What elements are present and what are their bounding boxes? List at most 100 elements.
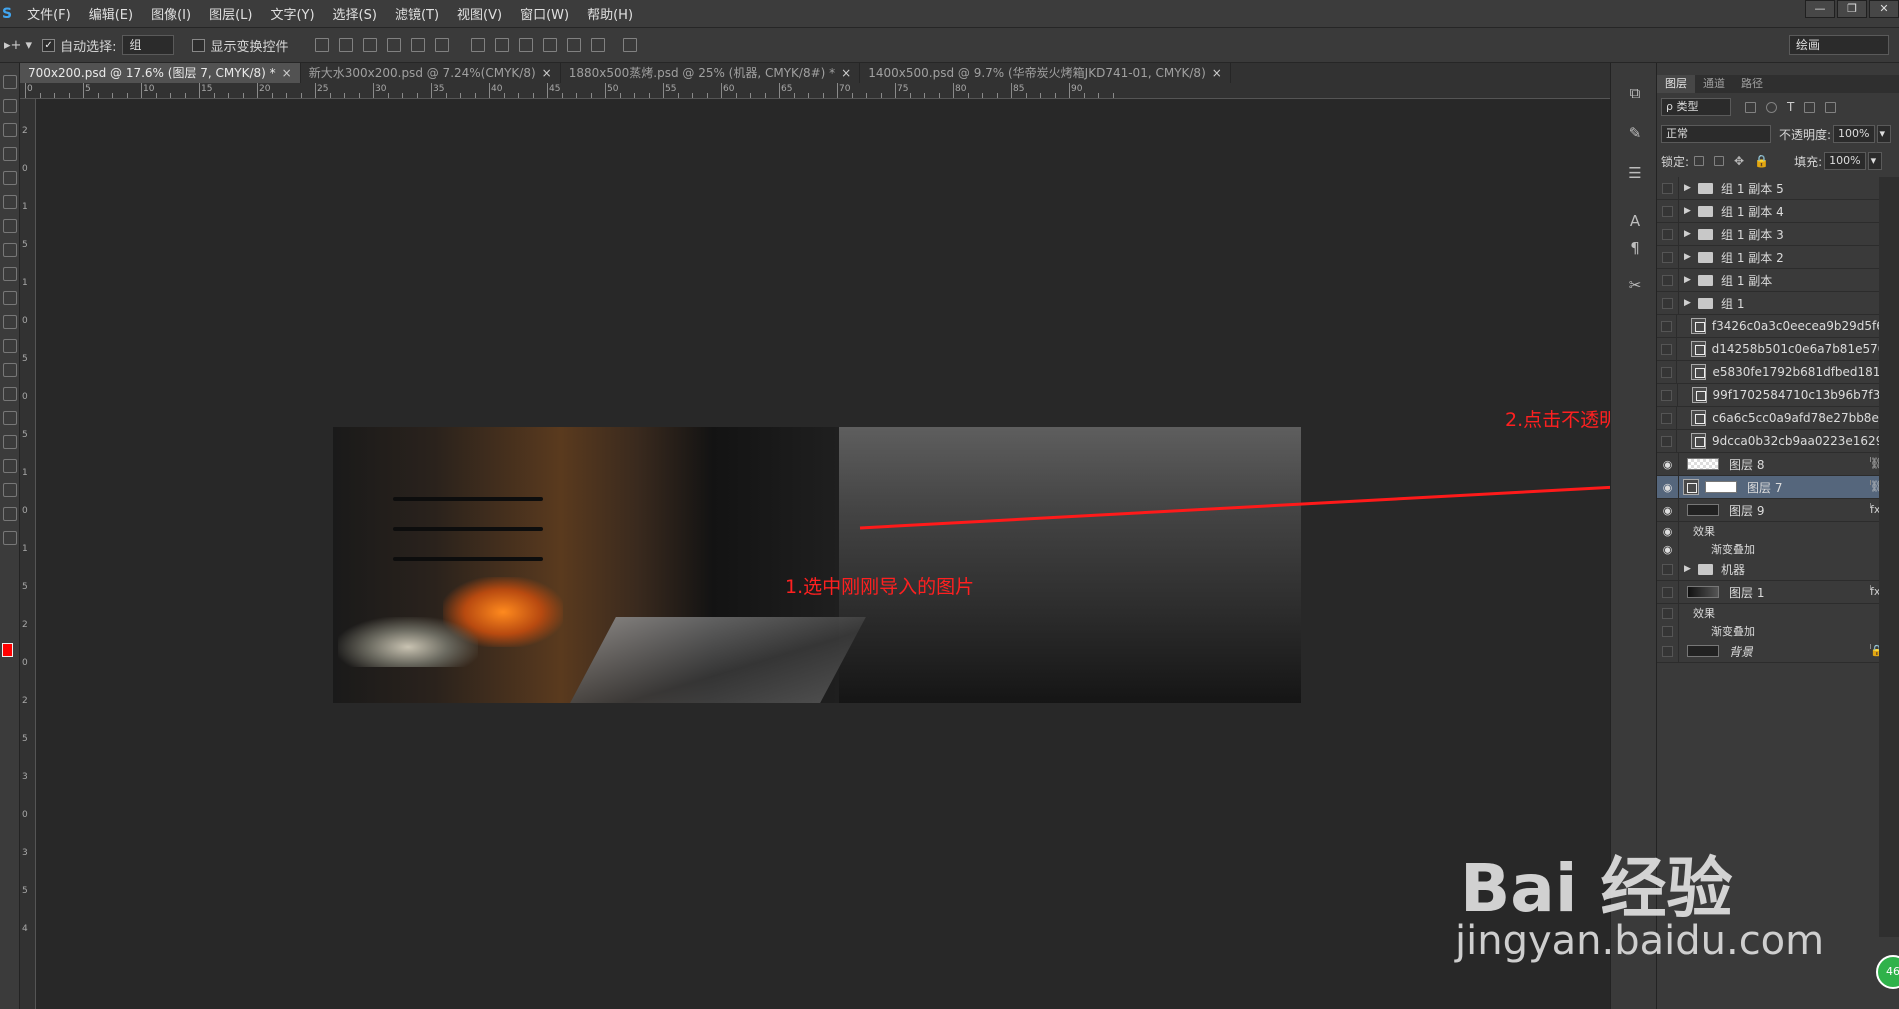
layers-scrollbar[interactable] (1879, 177, 1899, 937)
brush-tool-icon[interactable] (3, 243, 17, 257)
close-button[interactable]: ✕ (1869, 0, 1899, 18)
layer-row[interactable]: 图层 1 fx (1657, 580, 1880, 604)
align-top-icon[interactable] (315, 38, 330, 52)
layer-row[interactable]: 99f1702584710c13b96b7f3... (1657, 383, 1879, 407)
expand-arrow-icon[interactable]: ▶ (1684, 229, 1696, 239)
filter-kind-dropdown[interactable]: ρ 类型 (1661, 98, 1731, 116)
align-left-icon[interactable] (387, 38, 402, 52)
expand-arrow-icon[interactable]: ▶ (1684, 275, 1696, 285)
tab-close-icon[interactable]: × (1212, 66, 1222, 80)
menu-item[interactable]: 图像(I) (142, 4, 200, 23)
pen-tool-icon[interactable] (3, 411, 17, 425)
hand-tool-icon[interactable] (3, 507, 17, 521)
move-tool-icon[interactable] (3, 75, 17, 89)
menu-item[interactable]: 帮助(H) (578, 4, 642, 23)
distribute-right-icon[interactable] (591, 38, 606, 52)
opacity-slider-toggle[interactable]: ▾ (1876, 125, 1891, 143)
layer-row[interactable]: ◉ 图层 7 ⛓ (1657, 475, 1884, 499)
lock-pixels-icon[interactable] (1714, 156, 1725, 166)
menu-item[interactable]: 滤镜(T) (386, 4, 448, 23)
menu-item[interactable]: 图层(L) (200, 4, 261, 23)
filter-type-icon[interactable]: T (1787, 100, 1794, 114)
marquee-tool-icon[interactable] (3, 99, 17, 113)
filter-pixel-icon[interactable] (1745, 101, 1756, 113)
blur-tool-icon[interactable] (3, 363, 17, 377)
history-icon[interactable]: ⧉ (1625, 83, 1645, 103)
dodge-tool-icon[interactable] (3, 387, 17, 401)
properties-icon[interactable]: ☰ (1625, 163, 1645, 183)
layer-row[interactable]: ▶ 组 1 副本 3 (1657, 222, 1879, 246)
path-select-tool-icon[interactable] (3, 459, 17, 473)
distribute-top-icon[interactable] (471, 38, 486, 52)
filter-shape-icon[interactable] (1804, 101, 1816, 113)
menu-item[interactable]: 文字(Y) (261, 4, 323, 23)
visibility-toggle[interactable] (1657, 639, 1679, 663)
eraser-tool-icon[interactable] (3, 315, 17, 329)
layer-effect-row[interactable]: 渐变叠加 (1657, 619, 1879, 643)
filter-smart-icon[interactable] (1825, 101, 1837, 113)
panel-tab-通道[interactable]: 通道 (1695, 75, 1733, 93)
auto-select-dropdown[interactable]: 组 (122, 35, 175, 55)
menu-item[interactable]: 文件(F) (18, 4, 80, 23)
show-transform-checkbox[interactable] (192, 38, 206, 52)
layer-row[interactable]: ▶ 组 1 副本 5 (1657, 176, 1879, 200)
minimize-button[interactable]: — (1805, 0, 1835, 18)
layer-effect-row[interactable]: ◉ 效果 (1657, 519, 1879, 543)
document-tab[interactable]: 新大水300x200.psd @ 7.24%(CMYK/8) × (300, 63, 561, 83)
document-tab[interactable]: 700x200.psd @ 17.6% (图层 7, CMYK/8) * × (20, 63, 301, 83)
opacity-input[interactable]: 100% (1833, 125, 1875, 143)
lock-transparent-icon[interactable] (1694, 156, 1705, 166)
type-tool-icon[interactable] (3, 435, 17, 449)
layer-row[interactable]: f3426c0a3c0eecea9b29d5f6... (1657, 314, 1879, 338)
move-tool-icon[interactable]: ▸+ ▾ (4, 38, 32, 53)
panel-tab-路径[interactable]: 路径 (1733, 75, 1771, 93)
healing-tool-icon[interactable] (3, 219, 17, 233)
tools-preset-icon[interactable]: ✂ (1625, 275, 1645, 295)
layer-effect-row[interactable]: ◉ 渐变叠加 (1657, 537, 1879, 561)
menu-item[interactable]: 窗口(W) (511, 4, 578, 23)
align-right-icon[interactable] (435, 38, 450, 52)
layer-row[interactable]: 9dcca0b32cb9aa0223e1629... (1657, 429, 1879, 453)
distribute-hcenter-icon[interactable] (567, 38, 582, 52)
auto-align-icon[interactable] (623, 38, 638, 52)
restore-button[interactable]: ❐ (1837, 0, 1867, 18)
visibility-eye-icon[interactable]: ◉ (1657, 498, 1679, 522)
blend-mode-dropdown[interactable]: 正常 (1661, 125, 1771, 143)
character-icon[interactable]: A (1625, 211, 1645, 231)
distribute-left-icon[interactable] (543, 38, 558, 52)
paragraph-icon[interactable]: ¶ (1625, 238, 1645, 258)
expand-arrow-icon[interactable]: ▶ (1684, 298, 1696, 308)
menu-item[interactable]: 选择(S) (324, 4, 386, 23)
menu-item[interactable]: 视图(V) (448, 4, 511, 23)
history-brush-tool-icon[interactable] (3, 291, 17, 305)
layer-row[interactable]: ▶ 组 1 副本 (1657, 268, 1879, 292)
clone-tool-icon[interactable] (3, 267, 17, 281)
align-hcenter-icon[interactable] (411, 38, 426, 52)
foreground-color-swatch[interactable] (2, 643, 13, 657)
gradient-tool-icon[interactable] (3, 339, 17, 353)
layer-row[interactable]: ◉ 图层 9 fx (1657, 498, 1880, 522)
lasso-tool-icon[interactable] (3, 123, 17, 137)
crop-tool-icon[interactable] (3, 171, 17, 185)
document-canvas[interactable] (333, 427, 1301, 703)
shape-tool-icon[interactable] (3, 483, 17, 497)
tab-close-icon[interactable]: × (542, 66, 552, 80)
visibility-toggle[interactable] (1657, 222, 1679, 246)
auto-select-checkbox[interactable]: ✓ (42, 38, 56, 52)
layer-row[interactable]: d14258b501c0e6a7b81e570... (1657, 337, 1879, 361)
align-bottom-icon[interactable] (363, 38, 378, 52)
visibility-toggle[interactable] (1657, 199, 1679, 223)
distribute-bottom-icon[interactable] (519, 38, 534, 52)
lock-all-icon[interactable]: 🔒 (1754, 154, 1769, 168)
menu-item[interactable]: 编辑(E) (80, 4, 142, 23)
layer-effect-row[interactable]: 效果 (1657, 601, 1879, 625)
lock-position-icon[interactable]: ✥ (1734, 154, 1744, 168)
expand-arrow-icon[interactable]: ▶ (1684, 183, 1696, 193)
document-tab[interactable]: 1880x500蒸烤.psd @ 25% (机器, CMYK/8#) * × (560, 63, 861, 83)
expand-arrow-icon[interactable]: ▶ (1684, 564, 1696, 574)
panel-tab-图层[interactable]: 图层 (1657, 75, 1695, 93)
tab-close-icon[interactable]: × (282, 66, 292, 80)
layer-row[interactable]: ◉ 图层 8 ⛓ (1657, 452, 1884, 476)
layer-row[interactable]: ▶ 机器 (1657, 557, 1879, 581)
document-tab[interactable]: 1400x500.psd @ 9.7% (华帝炭火烤箱JKD741-01, CM… (860, 63, 1231, 83)
